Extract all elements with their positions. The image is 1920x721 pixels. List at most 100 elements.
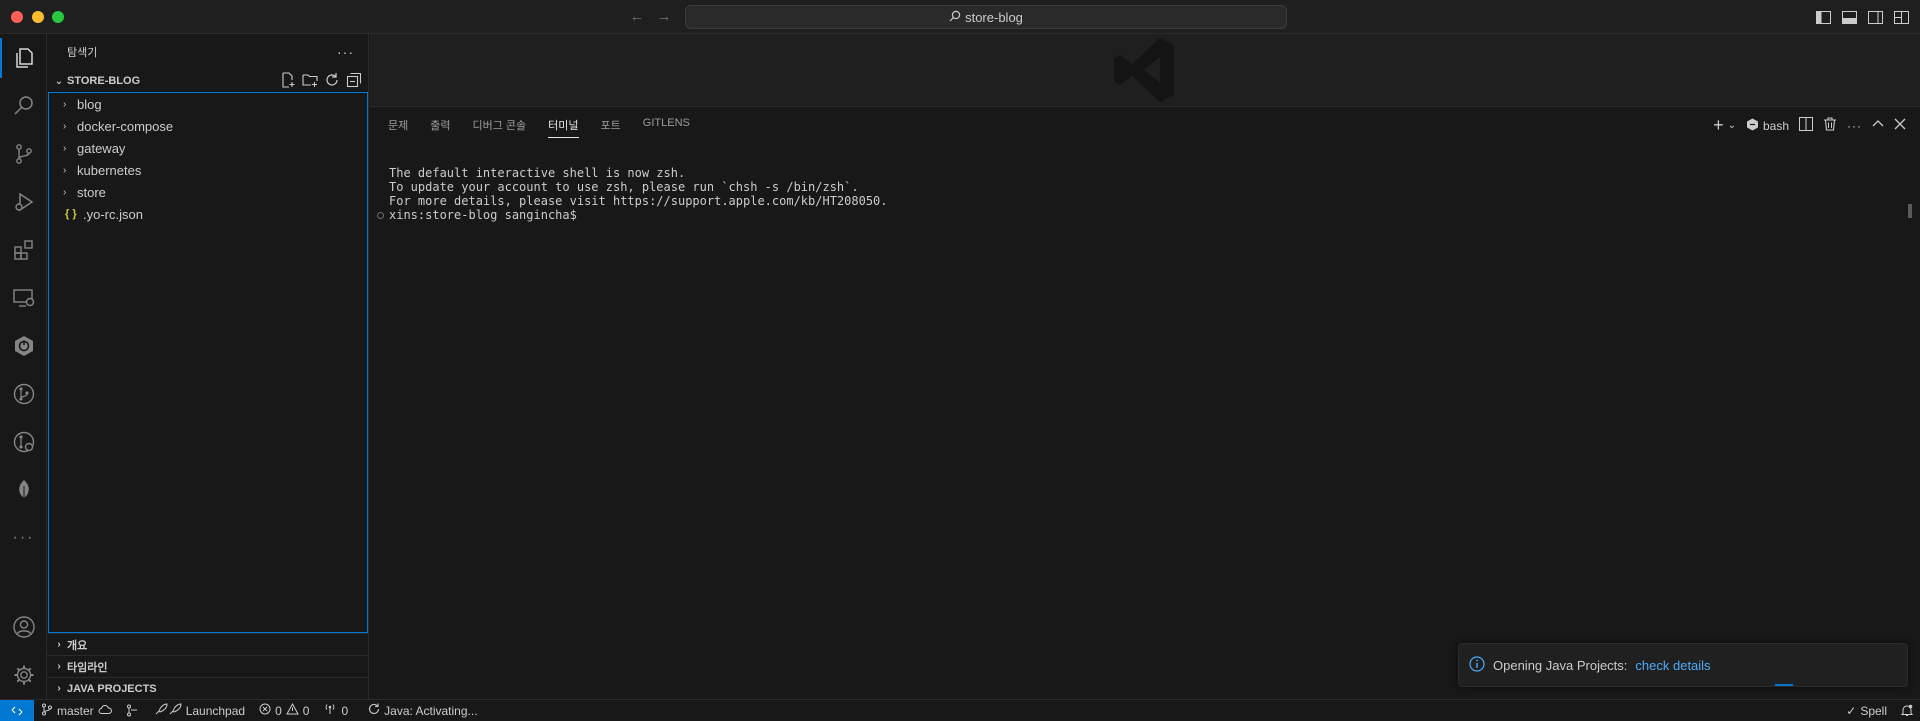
check-icon: ✓: [1846, 703, 1857, 718]
chevron-down-icon[interactable]: ⌄: [1728, 120, 1736, 131]
tree-item-docker-compose[interactable]: › docker-compose: [49, 115, 367, 137]
forward-arrow-icon[interactable]: →: [655, 8, 673, 26]
cloud-sync-icon: [98, 704, 112, 718]
tree-item-store[interactable]: › store: [49, 181, 367, 203]
accounts-icon[interactable]: [0, 607, 47, 647]
tab-output[interactable]: 출력: [430, 117, 450, 138]
chevron-right-icon: ›: [63, 142, 67, 154]
tree-item-label: blog: [77, 96, 102, 112]
close-panel-icon[interactable]: [1894, 118, 1906, 133]
search-icon: [949, 10, 961, 25]
toggle-secondary-sidebar-icon[interactable]: [1866, 8, 1884, 26]
spell-status[interactable]: ✓ Spell: [1839, 700, 1894, 721]
tab-debug-console[interactable]: 디버그 콘솔: [473, 117, 527, 138]
notifications-bell-icon[interactable]: [1894, 700, 1920, 721]
terminal-shell-selector[interactable]: bash: [1746, 118, 1789, 134]
toggle-panel-icon[interactable]: [1840, 8, 1858, 26]
chevron-down-icon: ⌄: [54, 75, 64, 87]
java-projects-section-header[interactable]: › JAVA PROJECTS: [47, 677, 369, 699]
remote-indicator-icon[interactable]: [0, 699, 34, 721]
window-minimize-button[interactable]: [32, 11, 44, 23]
window-maximize-button[interactable]: [52, 11, 64, 23]
bash-icon: [1746, 118, 1759, 134]
problems-status[interactable]: 0 0: [252, 700, 316, 721]
timeline-section-header[interactable]: › 타임라인: [47, 655, 369, 677]
tab-problems[interactable]: 문제: [388, 117, 408, 138]
section-label: 타임라인: [67, 661, 108, 674]
java-status[interactable]: Java: Activating...: [361, 700, 484, 721]
project-section-header[interactable]: ⌄ STORE-BLOG: [47, 70, 368, 92]
explorer-sidebar: 탐색기 ··· ⌄ STORE-BLOG › blog › docker-com…: [47, 34, 369, 699]
branch-name: master: [57, 703, 94, 718]
chevron-right-icon: ›: [57, 639, 61, 650]
toast-message: Opening Java Projects:: [1493, 657, 1628, 673]
chevron-right-icon: ›: [57, 683, 61, 694]
section-label: JAVA PROJECTS: [67, 682, 157, 695]
more-actions-icon[interactable]: ···: [1847, 119, 1862, 133]
tree-item-blog[interactable]: › blog: [49, 93, 367, 115]
terminal-scrollbar[interactable]: [1908, 204, 1912, 218]
tree-item-label: docker-compose: [77, 118, 174, 134]
remote-explorer-icon[interactable]: [0, 278, 47, 318]
tab-gitlens[interactable]: GITLENS: [643, 117, 690, 138]
terminal-output[interactable]: The default interactive shell is now zsh…: [389, 166, 888, 222]
json-file-icon: { }: [65, 208, 77, 220]
shell-name: bash: [1762, 118, 1789, 133]
chevron-right-icon: ›: [63, 164, 67, 176]
ports-status[interactable]: 0: [316, 700, 355, 721]
tree-item-gateway[interactable]: › gateway: [49, 137, 367, 159]
section-label: 개요: [67, 639, 88, 652]
notification-toast: Opening Java Projects: check details: [1458, 643, 1908, 687]
tab-terminal[interactable]: 터미널: [548, 117, 579, 138]
collapse-all-icon[interactable]: [346, 72, 362, 91]
terminal-line: The default interactive shell is now zsh…: [389, 166, 686, 180]
check-details-link[interactable]: check details: [1635, 658, 1710, 673]
gitlens-inspect-icon[interactable]: [0, 422, 47, 462]
window-close-button[interactable]: [11, 11, 23, 23]
project-name: STORE-BLOG: [67, 75, 141, 87]
chevron-right-icon: ›: [63, 98, 67, 110]
run-debug-icon[interactable]: [0, 182, 47, 222]
new-file-icon[interactable]: [280, 71, 296, 91]
status-bar: master Launchpad 0 0 0 Java: Activating.…: [0, 699, 1920, 721]
tree-item-yo-rc-json[interactable]: { } .yo-rc.json: [49, 203, 367, 225]
trash-icon[interactable]: [1823, 117, 1837, 134]
sidebar-more-icon[interactable]: ···: [337, 44, 354, 60]
explorer-icon[interactable]: [0, 38, 47, 78]
command-center-search[interactable]: store-blog: [685, 5, 1287, 29]
new-terminal-icon[interactable]: +: [1713, 115, 1724, 136]
extensions-icon[interactable]: [0, 230, 47, 270]
tree-item-kubernetes[interactable]: › kubernetes: [49, 159, 367, 181]
refresh-icon[interactable]: [324, 72, 340, 91]
maximize-panel-icon[interactable]: [1872, 118, 1884, 133]
split-terminal-icon[interactable]: [1799, 117, 1813, 134]
terminal-prompt: xins:store-blog sangincha$: [389, 208, 585, 222]
search-icon[interactable]: [0, 86, 47, 126]
bottom-panel: 문제 출력 디버그 콘솔 터미널 포트 GITLENS + ⌄ bash ···…: [370, 106, 1920, 699]
ports-count: 0: [341, 703, 349, 718]
back-arrow-icon[interactable]: ←: [628, 8, 646, 26]
tree-item-label: kubernetes: [77, 162, 142, 178]
tab-ports[interactable]: 포트: [601, 117, 621, 138]
toggle-primary-sidebar-icon[interactable]: [1814, 8, 1832, 26]
more-views-icon[interactable]: ···: [0, 518, 47, 558]
launchpad-status[interactable]: Launchpad: [147, 700, 252, 721]
customize-layout-icon[interactable]: [1892, 8, 1910, 26]
warning-count: 0: [302, 703, 310, 718]
toast-progress-bar: [1775, 684, 1793, 686]
mongodb-leaf-icon[interactable]: [0, 470, 47, 510]
java-status-label: Java: Activating...: [384, 703, 478, 718]
gitlens-icon[interactable]: [0, 374, 47, 414]
branch-status[interactable]: master: [34, 700, 119, 721]
title-bar: ← → store-blog: [0, 0, 1920, 34]
outline-section-header[interactable]: › 개요: [47, 633, 369, 655]
error-icon: [259, 703, 271, 718]
new-folder-icon[interactable]: [302, 72, 318, 91]
sidebar-title: 탐색기: [67, 47, 98, 59]
git-branch-icon: [41, 703, 53, 719]
gitlens-status-icon[interactable]: [119, 700, 147, 721]
spring-boot-icon[interactable]: [0, 326, 47, 366]
settings-gear-icon[interactable]: [0, 655, 47, 695]
source-control-icon[interactable]: [0, 134, 47, 174]
chevron-right-icon: ›: [63, 120, 67, 132]
